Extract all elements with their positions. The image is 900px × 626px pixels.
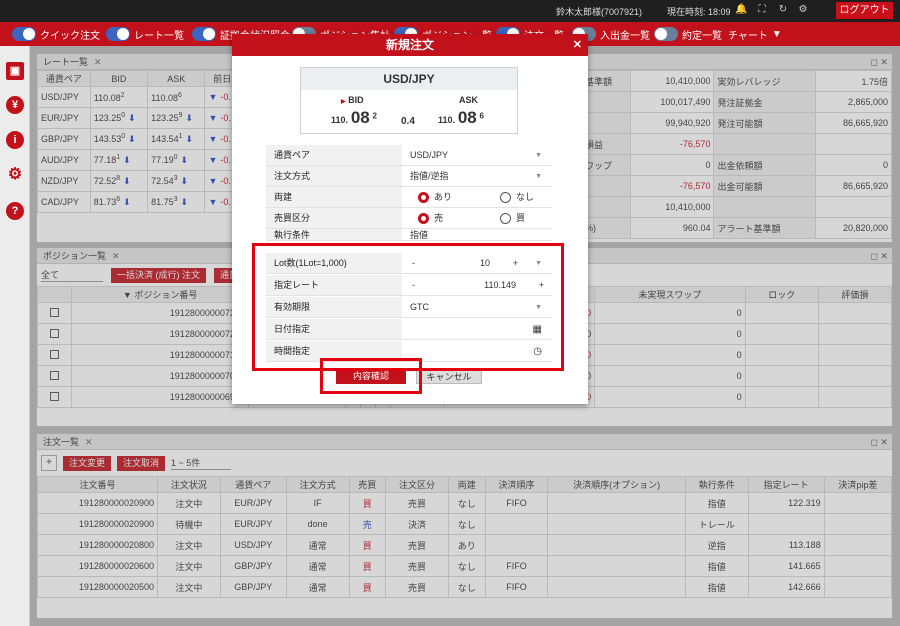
exec-select[interactable]: 指値 — [402, 229, 552, 240]
dialog-title: 新規注文 — [385, 38, 434, 52]
field-side: 売買区分売買 — [266, 208, 552, 229]
current-time: 現在時刻: 18:09 — [667, 7, 731, 17]
quote-box: USD/JPY ▶ BID ASK 110. 08 2 0.4 110. 08 … — [300, 67, 518, 134]
user-name: 鈴木太郎様(7007921) — [556, 7, 643, 17]
method-select[interactable]: 指値/逆指 ▼ — [402, 166, 552, 186]
field-method: 注文方式 指値/逆指 ▼ — [266, 166, 552, 187]
gear-icon[interactable]: ⚙ — [797, 4, 809, 16]
chart-menu[interactable]: チャート ▼ — [728, 26, 782, 42]
toggle-label: 入出金一覧 — [600, 30, 650, 42]
ask-price-big: 08 — [457, 108, 477, 127]
exec-select-value: 指値 — [410, 230, 429, 240]
side-sell-radio[interactable]: 売 — [418, 208, 443, 229]
caret-down-icon: ▼ — [535, 152, 542, 159]
quote-pair: USD/JPY — [301, 68, 517, 90]
bid-price-prefix: 110. — [331, 115, 349, 125]
info-icon[interactable]: i — [6, 131, 24, 149]
radio-label: あり — [434, 192, 453, 202]
toggle-switch[interactable] — [106, 27, 130, 41]
highlight-box-fields — [252, 243, 564, 371]
toggle-execution-list[interactable]: 約定一覧 — [654, 26, 722, 42]
field-hedge: 両建 あり なし — [266, 187, 552, 208]
toggle-switch[interactable] — [654, 27, 678, 41]
side-buy-radio[interactable]: 買 — [500, 208, 525, 229]
field-label: 注文方式 — [266, 166, 402, 186]
bid-label-text: BID — [348, 95, 364, 105]
highlight-box-confirm — [320, 358, 422, 394]
radio-on-icon — [418, 192, 429, 204]
chart-label: チャート — [728, 30, 768, 42]
side-options: 売買 — [402, 208, 552, 228]
toggle-switch[interactable] — [12, 27, 36, 41]
method-select-value: 指値/逆指 — [410, 171, 449, 181]
hedge-no-radio[interactable]: なし — [500, 187, 534, 208]
field-label: 両建 — [266, 187, 402, 207]
help-icon[interactable]: ? — [6, 202, 24, 220]
radio-label: 売 — [434, 213, 444, 223]
toggle-quick-order[interactable]: クイック注文 — [12, 26, 100, 42]
left-sidebar: ▣ ¥ i ⚙ ? — [0, 46, 30, 626]
field-pair: 通貨ペア USD/JPY ▼ — [266, 145, 552, 166]
pair-select-value: USD/JPY — [410, 150, 449, 160]
fullscreen-icon[interactable]: ⛶ — [756, 4, 768, 16]
field-label: 執行条件 — [266, 229, 402, 240]
radio-off-icon — [500, 192, 511, 204]
field-exec: 執行条件 指値 — [266, 229, 552, 241]
top-bar: 鈴木太郎様(7007921) 現在時刻: 18:09 🔔 ⛶ ↻ ⚙ ログアウト — [0, 0, 900, 22]
field-label: 通貨ペア — [266, 145, 402, 165]
chevron-down-icon: ▼ — [771, 28, 782, 40]
radio-label: 買 — [516, 213, 526, 223]
caret-down-icon: ▼ — [535, 173, 542, 180]
gear-icon[interactable]: ⚙ — [6, 166, 24, 184]
ask-price-sup: 6 — [479, 111, 484, 121]
hedge-yes-radio[interactable]: あり — [418, 187, 452, 208]
radio-label: なし — [516, 192, 535, 202]
ask-label: ASK — [459, 95, 479, 105]
dialog-header: 新規注文 ✕ — [232, 34, 588, 56]
hedge-options: あり なし — [402, 187, 552, 207]
ask-price[interactable]: 110. 08 6 — [438, 108, 484, 128]
toggle-label: レート一覧 — [134, 30, 184, 42]
spread-value: 0.4 — [401, 116, 415, 127]
ask-price-prefix: 110. — [438, 115, 456, 125]
toggle-label: 約定一覧 — [682, 30, 722, 42]
close-icon[interactable]: ✕ — [573, 34, 582, 56]
bell-icon[interactable]: 🔔 — [735, 4, 747, 16]
toggle-switch[interactable] — [192, 27, 216, 41]
bid-price-big: 08 — [350, 108, 370, 127]
radio-off-icon — [500, 213, 511, 225]
toggle-label: クイック注文 — [40, 30, 100, 42]
bid-price-sup: 2 — [372, 111, 377, 121]
yen-icon[interactable]: ¥ — [6, 96, 24, 114]
refresh-icon[interactable]: ↻ — [777, 4, 789, 16]
bid-price[interactable]: 110. 08 2 — [331, 108, 377, 128]
radio-on-icon — [418, 213, 429, 225]
pair-select[interactable]: USD/JPY ▼ — [402, 145, 552, 165]
save-icon[interactable]: ▣ — [6, 62, 24, 80]
field-label: 売買区分 — [266, 208, 402, 228]
bid-label: ▶ BID — [341, 95, 364, 105]
logout-button[interactable]: ログアウト — [836, 2, 893, 19]
toggle-rate-list[interactable]: レート一覧 — [106, 26, 184, 42]
